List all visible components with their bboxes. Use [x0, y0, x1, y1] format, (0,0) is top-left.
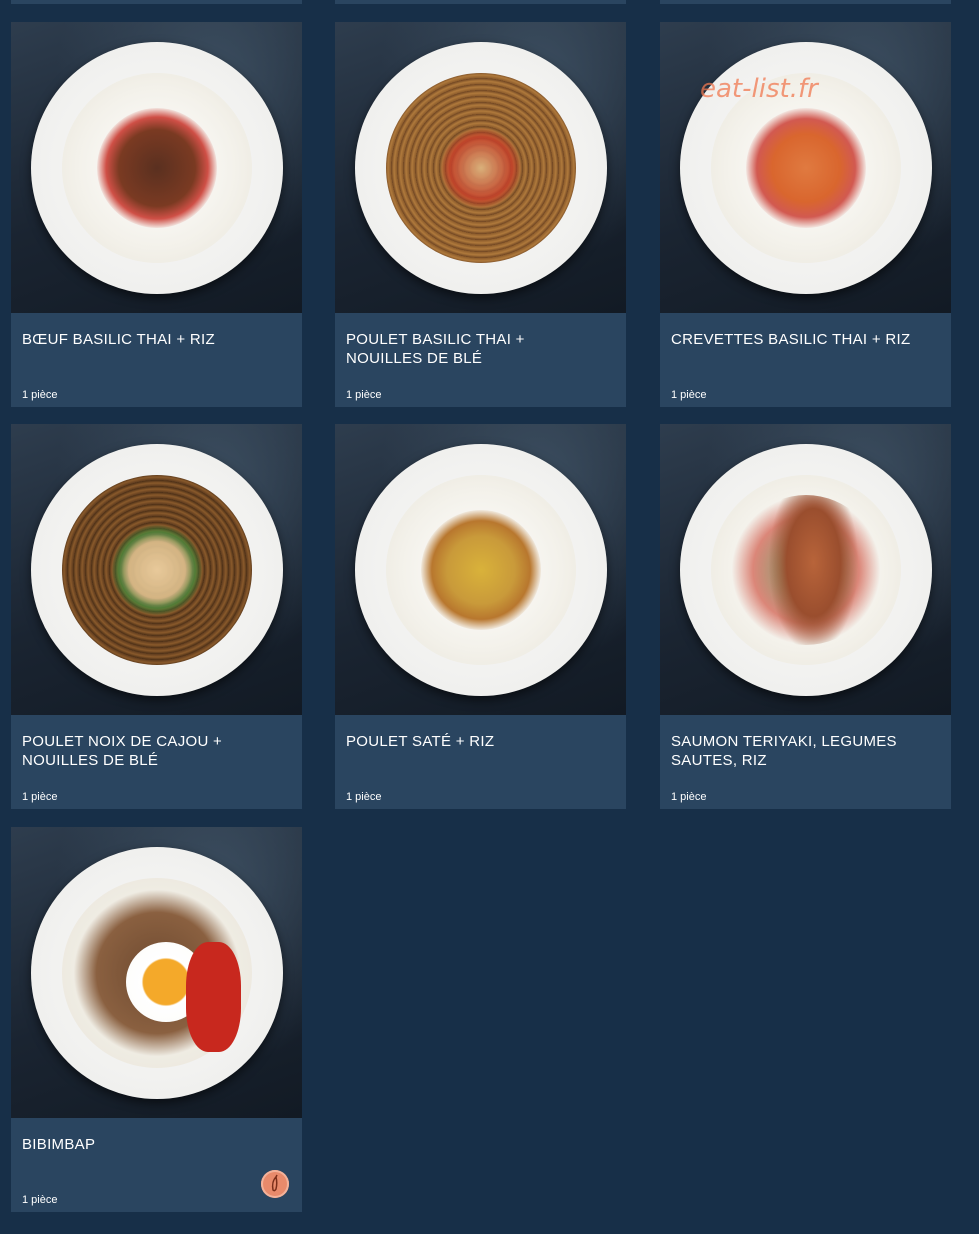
chili-pepper-icon — [261, 1170, 289, 1198]
dish-photo: eat-list.fr — [660, 22, 951, 313]
watermark: eat-list.fr — [700, 74, 818, 104]
satay-chicken-topping — [420, 509, 541, 630]
menu-item-card[interactable]: BŒUF BASILIC THAI + RIZ 1 pièce — [11, 22, 302, 407]
dish-photo — [335, 424, 626, 715]
chili-sauce — [185, 941, 241, 1052]
shrimp-basil-topping — [745, 107, 866, 228]
menu-item-card[interactable]: eat-list.fr CREVETTES BASILIC THAI + RIZ… — [660, 22, 951, 407]
item-quantity: 1 pièce — [22, 389, 58, 401]
teriyaki-salmon-topping — [730, 494, 881, 645]
item-quantity: 1 pièce — [671, 389, 707, 401]
menu-item-card[interactable]: POULET NOIX DE CAJOU + NOUILLES DE BLÉ 1… — [11, 424, 302, 809]
menu-item-card[interactable]: POULET SATÉ + RIZ 1 pièce — [335, 424, 626, 809]
item-title: BIBIMBAP — [22, 1136, 96, 1153]
item-title: POULET SATÉ + RIZ — [346, 733, 495, 750]
previous-row-card[interactable] — [335, 0, 626, 4]
item-title: POULET NOIX DE CAJOU + NOUILLES DE BLÉ — [22, 733, 223, 769]
dish-photo — [11, 22, 302, 313]
menu-item-card[interactable]: SAUMON TERIYAKI, LEGUMES SAUTES, RIZ 1 p… — [660, 424, 951, 809]
chicken-basil-topping — [440, 127, 521, 208]
item-title: CREVETTES BASILIC THAI + RIZ — [671, 331, 911, 348]
menu-item-card[interactable]: BIBIMBAP 1 pièce — [11, 827, 302, 1212]
item-title: BŒUF BASILIC THAI + RIZ — [22, 331, 215, 348]
item-quantity: 1 pièce — [346, 389, 382, 401]
dish-photo — [11, 827, 302, 1118]
item-title: SAUMON TERIYAKI, LEGUMES SAUTES, RIZ — [671, 733, 897, 769]
plate — [30, 443, 283, 696]
menu-item-card[interactable]: POULET BASILIC THAI + NOUILLES DE BLÉ 1 … — [335, 22, 626, 407]
item-quantity: 1 pièce — [671, 791, 707, 803]
cashew-chicken-topping — [111, 524, 202, 615]
item-quantity: 1 pièce — [22, 1194, 58, 1206]
previous-row-card[interactable] — [11, 0, 302, 4]
item-quantity: 1 pièce — [346, 791, 382, 803]
dish-photo — [335, 22, 626, 313]
plate — [30, 846, 283, 1099]
item-title: POULET BASILIC THAI + NOUILLES DE BLÉ — [346, 331, 525, 367]
menu-grid: BŒUF BASILIC THAI + RIZ 1 pièce POULET B… — [0, 0, 979, 1234]
beef-basil-topping — [96, 107, 217, 228]
item-quantity: 1 pièce — [22, 791, 58, 803]
plate — [30, 41, 283, 294]
dish-photo — [11, 424, 302, 715]
previous-row-card[interactable] — [660, 0, 951, 4]
plate — [354, 443, 607, 696]
plate — [679, 443, 932, 696]
plate — [354, 41, 607, 294]
dish-photo — [660, 424, 951, 715]
